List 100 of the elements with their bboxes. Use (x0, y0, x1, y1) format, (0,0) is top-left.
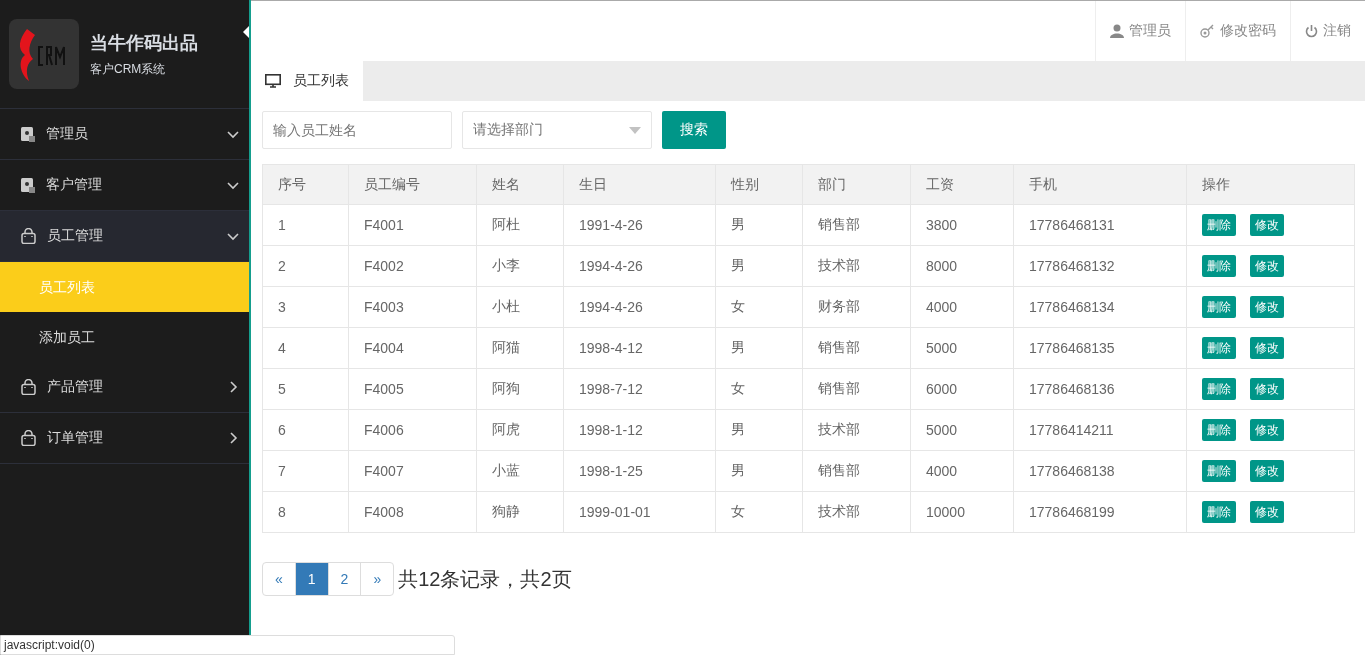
table-cell: 3800 (910, 204, 1014, 246)
table-cell: 阿狗 (476, 368, 564, 410)
table-cell: 10000 (910, 491, 1014, 533)
table-cell: F4002 (348, 245, 477, 287)
table-cell: 4000 (910, 286, 1014, 328)
table-cell: 女 (715, 368, 803, 410)
table-cell: 4 (262, 327, 349, 369)
table-cell: 小蓝 (476, 450, 564, 492)
tab[interactable]: 员工列表 (251, 61, 363, 101)
table-cell: 阿猫 (476, 327, 564, 369)
table-cell: 1 (262, 204, 349, 246)
table-cell: F4001 (348, 204, 477, 246)
table-cell: 5000 (910, 327, 1014, 369)
table-cell: 17786468135 (1013, 327, 1187, 369)
table-cell: 17786468131 (1013, 204, 1187, 246)
edit-button[interactable]: 修改 (1250, 501, 1284, 523)
menu-label: 订单管理 (47, 429, 104, 447)
table-cell: 狗静 (476, 491, 564, 533)
id-card-icon (21, 126, 35, 142)
column-header: 员工编号 (348, 164, 477, 205)
table-cell: F4005 (348, 368, 477, 410)
delete-button[interactable]: 删除 (1202, 214, 1236, 236)
delete-button[interactable]: 删除 (1202, 337, 1236, 359)
table-cell: 女 (715, 286, 803, 328)
table-cell: 男 (715, 204, 803, 246)
table-cell: F4007 (348, 450, 477, 492)
brand-subtitle: 客户CRM系统 (90, 60, 167, 78)
table-cell: 2 (262, 245, 349, 287)
column-header: 性别 (715, 164, 803, 205)
previous-page-link[interactable]: « (263, 563, 295, 595)
record-summary: 共12条记录，共2页 (398, 566, 572, 592)
search-button[interactable]: 搜索 (662, 111, 726, 149)
edit-button[interactable]: 修改 (1250, 255, 1284, 277)
table-cell: 5 (262, 368, 349, 410)
shopping-bag-icon (21, 228, 36, 244)
department-select[interactable]: 请选择部门 (462, 111, 652, 149)
edit-button[interactable]: 修改 (1250, 296, 1284, 318)
table-cell: 男 (715, 450, 803, 492)
delete-button[interactable]: 删除 (1202, 419, 1236, 441)
table-cell: 17786414211 (1013, 409, 1187, 451)
table-cell: 技术部 (802, 245, 911, 287)
page-link[interactable]: 2 (327, 563, 361, 595)
table-cell: 1998-1-25 (563, 450, 716, 492)
table-cell: 技术部 (802, 409, 911, 451)
table-cell: 7 (262, 450, 349, 492)
edit-button[interactable]: 修改 (1250, 419, 1284, 441)
shopping-bag-icon (21, 379, 36, 395)
sidebar-menu-item[interactable]: 员工管理 (0, 211, 249, 262)
table-cell: 8000 (910, 245, 1014, 287)
logo-icon (9, 19, 79, 89)
delete-button[interactable]: 删除 (1202, 378, 1236, 400)
menu-label: 员工管理 (47, 227, 104, 245)
edit-button[interactable]: 修改 (1250, 214, 1284, 236)
submenu-item[interactable]: 添加员工 (0, 312, 249, 362)
page-link[interactable]: 1 (294, 563, 328, 595)
brand-title: 当牛作码出品 (90, 31, 198, 55)
table-cell: 6000 (910, 368, 1014, 410)
column-header: 序号 (262, 164, 349, 205)
shopping-bag-icon (21, 430, 36, 446)
column-header: 手机 (1013, 164, 1187, 205)
column-header: 操作 (1186, 164, 1355, 205)
name-input-field[interactable]: 输入员工姓名 (262, 111, 452, 149)
sidebar-menu-item[interactable]: 产品管理 (0, 362, 249, 413)
table-cell: 5000 (910, 409, 1014, 451)
column-header: 部门 (802, 164, 911, 205)
table-cell: 阿杜 (476, 204, 564, 246)
edit-button[interactable]: 修改 (1250, 460, 1284, 482)
edit-button[interactable]: 修改 (1250, 378, 1284, 400)
table-cell: F4008 (348, 491, 477, 533)
table-cell: 男 (715, 245, 803, 287)
delete-button[interactable]: 删除 (1202, 460, 1236, 482)
column-header: 生日 (563, 164, 716, 205)
delete-button[interactable]: 删除 (1202, 255, 1236, 277)
next-page-link[interactable]: » (360, 563, 394, 595)
key-icon (1200, 24, 1215, 38)
delete-button[interactable]: 删除 (1202, 296, 1236, 318)
column-header: 工资 (910, 164, 1014, 205)
id-card-icon (21, 177, 35, 193)
table-cell: 销售部 (802, 327, 911, 369)
edit-button[interactable]: 修改 (1250, 337, 1284, 359)
table-cell: 17786468132 (1013, 245, 1187, 287)
table-cell: 1998-7-12 (563, 368, 716, 410)
column-header: 姓名 (476, 164, 564, 205)
delete-button[interactable]: 删除 (1202, 501, 1236, 523)
table-cell: 17786468136 (1013, 368, 1187, 410)
table-cell: 1994-4-26 (563, 245, 716, 287)
table-cell: 技术部 (802, 491, 911, 533)
table-cell: F4006 (348, 409, 477, 451)
table-cell: F4004 (348, 327, 477, 369)
table-cell: 小李 (476, 245, 564, 287)
status-bar-url: javascript:void(0) (0, 635, 455, 655)
table-cell: 3 (262, 286, 349, 328)
table-cell: 17786468134 (1013, 286, 1187, 328)
table-cell: 1998-4-12 (563, 327, 716, 369)
table-cell: 4000 (910, 450, 1014, 492)
sidebar-menu-item[interactable]: 订单管理 (0, 413, 249, 464)
table-cell: 1994-4-26 (563, 286, 716, 328)
sidebar-menu-item[interactable]: 管理员 (0, 109, 249, 160)
menu-label: 管理员 (46, 125, 89, 143)
menu-label: 客户管理 (46, 176, 103, 194)
